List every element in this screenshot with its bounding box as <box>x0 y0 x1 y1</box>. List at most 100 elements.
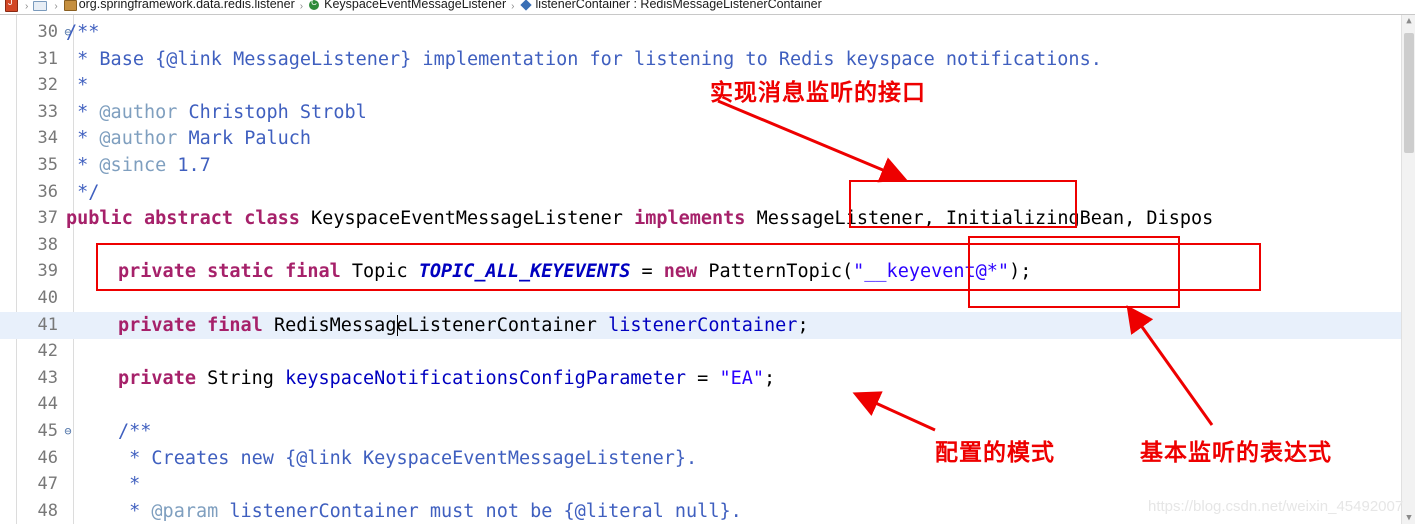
scroll-up-arrow[interactable]: ▲ <box>1404 16 1414 26</box>
code-line[interactable]: 30 ⊖/** <box>0 19 1415 46</box>
code-token: * <box>66 75 89 97</box>
class-icon <box>308 0 321 11</box>
line-number: 37 <box>37 208 58 229</box>
code-token: * Base {@link <box>66 48 234 70</box>
code-text[interactable]: * <box>66 72 88 99</box>
code-text[interactable]: * @param listenerContainer must not be {… <box>118 498 742 524</box>
code-line[interactable]: 47 * <box>0 471 1415 498</box>
code-line[interactable]: 36 */ <box>0 179 1415 206</box>
code-token: * Creates new {@link KeyspaceEventMessag… <box>118 447 698 469</box>
code-token: * <box>118 474 141 496</box>
code-text[interactable]: /** <box>118 418 151 445</box>
code-token: = <box>630 261 664 283</box>
breadcrumb-item-source-folder[interactable] <box>33 0 49 14</box>
breadcrumb-separator: › <box>54 0 58 12</box>
code-line[interactable]: 42 <box>0 338 1415 365</box>
code-line[interactable]: 34 * @author Mark Paluch <box>0 125 1415 152</box>
line-number: 31 <box>37 48 58 69</box>
breadcrumb-class-label: KeyspaceEventMessageListener <box>324 0 507 11</box>
code-line[interactable]: 31 * Base {@link MessageListener} implem… <box>0 46 1415 73</box>
line-number: 43 <box>37 367 58 388</box>
code-text[interactable]: */ <box>66 179 99 206</box>
code-token: 1.7 <box>166 155 211 176</box>
code-token: Topic <box>351 261 419 283</box>
code-text[interactable]: private static final Topic TOPIC_ALL_KEY… <box>118 258 1031 285</box>
breadcrumb-item-project[interactable] <box>4 0 20 14</box>
code-line[interactable]: 40 <box>0 285 1415 312</box>
field-icon <box>520 0 533 11</box>
java-project-icon <box>4 0 18 12</box>
fold-toggle-icon[interactable]: ⊖ <box>62 418 74 445</box>
code-token: /** <box>118 421 152 442</box>
code-line[interactable]: 39 private static final Topic TOPIC_ALL_K… <box>0 258 1415 285</box>
code-line[interactable]: 32 * <box>0 72 1415 99</box>
breadcrumb-separator: › <box>299 0 304 12</box>
code-token: * <box>118 500 152 522</box>
code-text[interactable]: * @author Mark Paluch <box>66 125 311 152</box>
scroll-down-arrow[interactable]: ▼ <box>1404 513 1414 523</box>
breadcrumb-package-label: org.springframework.data.redis.listener <box>78 0 295 11</box>
code-text[interactable]: private final RedisMessageListenerContai… <box>118 312 809 339</box>
line-number: 34 <box>37 128 58 149</box>
code-token: * <box>66 128 100 150</box>
code-token: * <box>66 101 100 123</box>
line-number: 35 <box>37 155 58 175</box>
code-area[interactable]: 30 ⊖/** 31 * Base {@link MessageListener} … <box>0 15 1415 524</box>
code-token: ); <box>1009 261 1032 283</box>
code-line[interactable]: 44 <box>0 391 1415 418</box>
breadcrumb[interactable]: › › org.springframework.data.redis.liste… <box>0 0 1415 15</box>
code-text[interactable]: /** <box>66 19 99 46</box>
code-token: * <box>66 155 100 176</box>
line-number: 46 <box>37 447 58 468</box>
source-folder-icon <box>33 0 48 11</box>
code-token: "__keyevent@*" <box>853 261 1010 283</box>
text-caret <box>397 314 399 336</box>
code-token: listenerContainer <box>608 314 798 336</box>
code-text[interactable]: * Creates new {@link KeyspaceEventMessag… <box>118 445 697 472</box>
code-token: PatternTopic( <box>708 261 854 283</box>
code-token: private <box>118 367 208 389</box>
code-token: Christoph Strobl <box>177 101 367 123</box>
code-token: /** <box>66 22 100 43</box>
code-token: String <box>207 367 286 389</box>
code-token: MessageListener, InitializingBean, Dispo… <box>745 208 1214 230</box>
code-text[interactable]: * Base {@link MessageListener} implement… <box>66 46 1102 73</box>
line-number: 38 <box>37 234 58 255</box>
code-line[interactable]: 33 * @author Christoph Strobl <box>0 99 1415 126</box>
code-line[interactable]: 43 private String keyspaceNotificationsCo… <box>0 365 1415 392</box>
code-token: */ <box>66 181 100 203</box>
source-editor[interactable]: 30 ⊖/** 31 * Base {@link MessageListener} … <box>0 15 1415 524</box>
code-line[interactable]: 35 * @since 1.7 <box>0 152 1415 179</box>
code-line[interactable]: 46 * Creates new {@link KeyspaceEventMes… <box>0 445 1415 472</box>
code-text[interactable]: * <box>118 471 140 498</box>
code-line[interactable]: 45 ⊖ /** <box>0 418 1415 445</box>
code-text[interactable]: * @author Christoph Strobl <box>66 99 367 126</box>
line-number: 45 <box>37 421 58 441</box>
scrollbar-thumb[interactable] <box>1404 33 1414 153</box>
line-number: 32 <box>37 75 58 96</box>
code-token: implements <box>634 208 746 230</box>
code-token: @author <box>99 101 178 123</box>
code-token: KeyspaceEventMessageListener <box>311 208 635 230</box>
line-number: 48 <box>37 500 58 521</box>
code-text[interactable]: public abstract class KeyspaceEventMessa… <box>66 205 1213 232</box>
breadcrumb-item-class[interactable]: KeyspaceEventMessageListener <box>308 0 507 14</box>
vertical-scrollbar[interactable]: ▲ ▼ <box>1401 15 1415 524</box>
line-number: 41 <box>37 314 58 335</box>
code-line[interactable]: 37 public abstract class KeyspaceEventMes… <box>0 205 1415 232</box>
breadcrumb-item-field[interactable]: listenerContainer : RedisMessageListener… <box>520 0 822 14</box>
code-text[interactable]: private String keyspaceNotificationsConf… <box>118 365 775 392</box>
code-line[interactable]: 38 <box>0 232 1415 259</box>
code-token: Mark Paluch <box>177 128 312 150</box>
line-number: 33 <box>37 101 58 122</box>
line-number: 30 <box>37 22 58 42</box>
breadcrumb-item-package[interactable]: org.springframework.data.redis.listener <box>63 0 295 14</box>
code-text[interactable]: * @since 1.7 <box>66 152 211 179</box>
breadcrumb-separator: › <box>511 0 515 12</box>
code-line[interactable]: 41 private final RedisMessageListenerCont… <box>0 311 1415 339</box>
line-number: 42 <box>37 341 58 362</box>
code-token: @param <box>151 500 219 522</box>
code-token: private static final <box>118 261 352 283</box>
code-token: MessageListener <box>233 48 401 70</box>
code-token: ; <box>797 314 809 336</box>
